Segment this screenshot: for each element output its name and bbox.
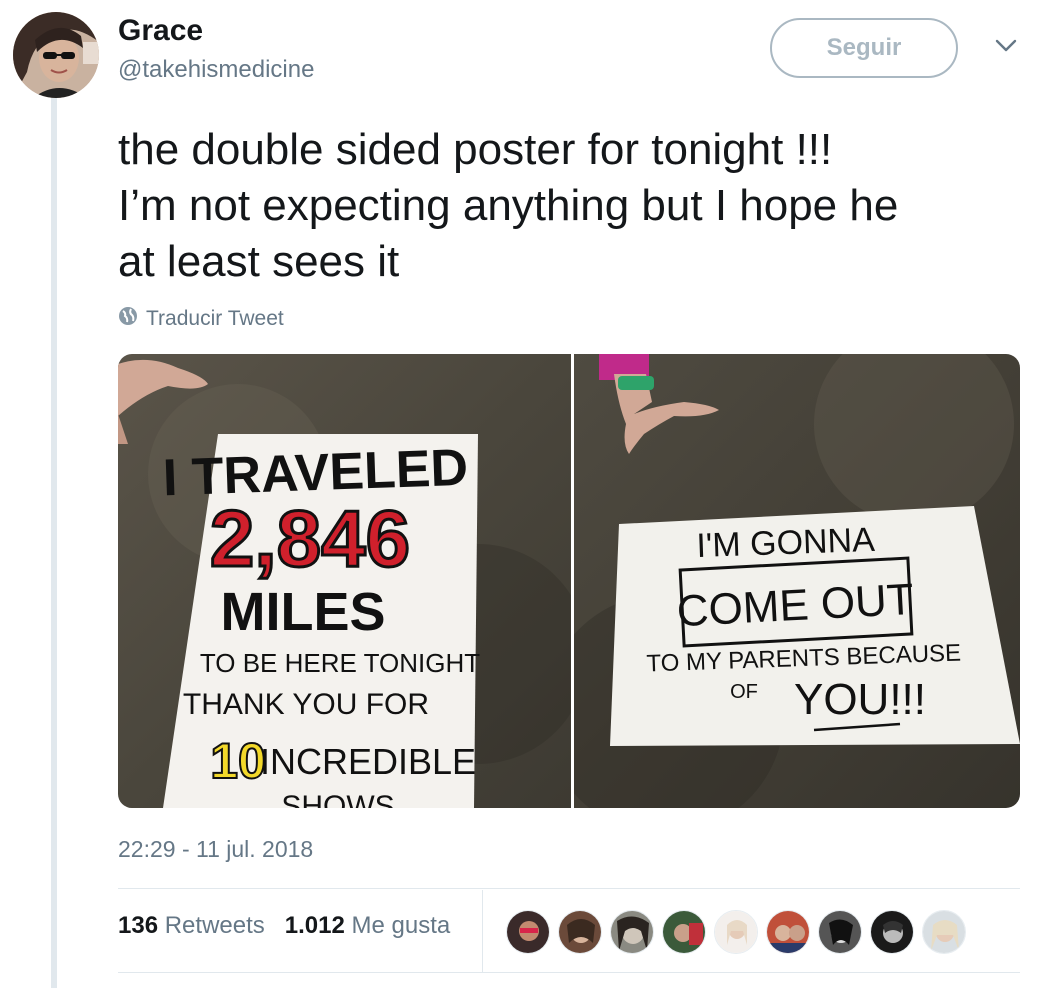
liker-avatar[interactable] (870, 910, 914, 954)
tweet-timestamp[interactable]: 22:29 - 11 jul. 2018 (118, 836, 313, 863)
translate-tweet-link[interactable]: Traducir Tweet (118, 306, 284, 332)
tweet-text-line: the double sided poster for tonight !!! (118, 125, 833, 174)
liker-avatar[interactable] (558, 910, 602, 954)
poster-text: YOU!!! (794, 675, 926, 724)
retweets-count: 136 (118, 912, 159, 939)
likers-avatar-row (506, 910, 966, 954)
user-handle[interactable]: @takehismedicine (118, 56, 314, 84)
divider (118, 888, 1020, 889)
liker-avatar[interactable] (714, 910, 758, 954)
liker-avatar[interactable] (610, 910, 654, 954)
user-display-name[interactable]: Grace (118, 14, 203, 48)
divider (118, 972, 1020, 973)
globe-icon (118, 306, 138, 332)
likes-label: Me gusta (351, 912, 451, 939)
liker-avatar[interactable] (506, 910, 550, 954)
follow-button[interactable]: Seguir (770, 18, 958, 78)
poster-text: SHOWS (281, 790, 394, 808)
liker-avatar[interactable] (766, 910, 810, 954)
stats-divider (482, 890, 483, 972)
tweet-stats: 136 Retweets 1.012 Me gusta (118, 912, 450, 940)
poster-number: 2,846 (210, 494, 410, 583)
poster-text: TO BE HERE TONIGHT (200, 648, 480, 678)
poster-text: THANK YOU FOR (183, 688, 429, 721)
poster-text: INCREDIBLE (260, 741, 476, 782)
liker-avatar[interactable] (818, 910, 862, 954)
retweets-stat[interactable]: 136 Retweets (118, 912, 265, 940)
conversation-thread-line (51, 98, 57, 988)
tweet-photo-left[interactable]: I TRAVELED 2,846 MILES TO BE HERE TONIGH… (118, 354, 588, 808)
liker-avatar[interactable] (922, 910, 966, 954)
liker-avatar[interactable] (662, 910, 706, 954)
chevron-down-icon[interactable] (994, 38, 1018, 54)
tweet-text-line: at least sees it (118, 237, 400, 286)
retweets-label: Retweets (164, 912, 265, 939)
poster-text: I'M GONNA (696, 521, 876, 565)
tweet-text-line: I’m not expecting anything but I hope he (118, 181, 899, 230)
likes-count: 1.012 (284, 912, 345, 939)
tweet-text: the double sided poster for tonight !!! … (118, 122, 1038, 290)
poster-text: OF (730, 681, 758, 703)
translate-tweet-label: Traducir Tweet (146, 307, 284, 330)
tweet-media: I TRAVELED 2,846 MILES TO BE HERE TONIGH… (118, 354, 1020, 808)
poster-text: MILES (220, 582, 385, 642)
poster-count: 10 (210, 733, 266, 789)
likes-stat[interactable]: 1.012 Me gusta (285, 912, 450, 940)
tweet-photo-right[interactable]: I'M GONNA COME OUT TO MY PARENTS BECAUSE… (544, 354, 1020, 808)
user-avatar[interactable] (13, 12, 99, 98)
